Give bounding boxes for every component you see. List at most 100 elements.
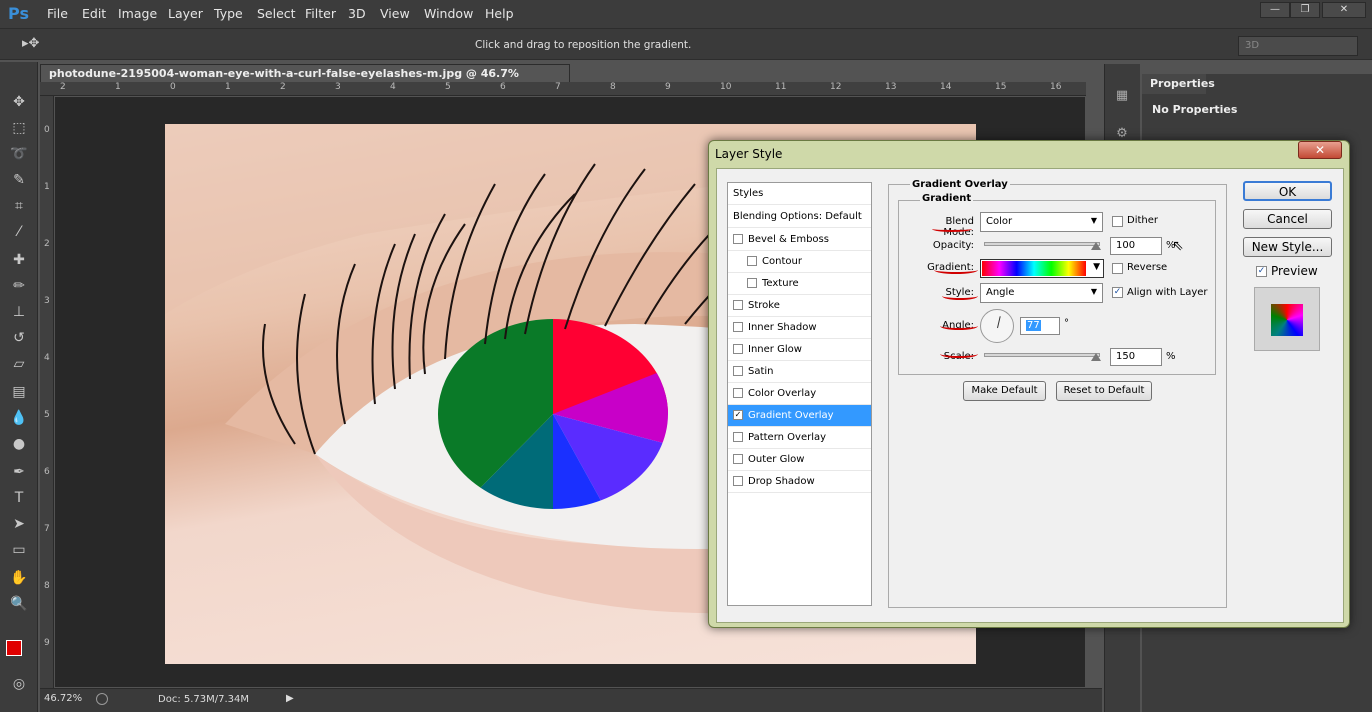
style-checkbox[interactable]	[733, 432, 743, 442]
new-style-button[interactable]: New Style...	[1243, 237, 1332, 257]
stamp-icon[interactable]: ⊥	[8, 302, 30, 322]
style-item-texture[interactable]: Texture	[728, 273, 871, 295]
gradient-preview	[982, 261, 1086, 276]
style-item-gradient-overlay[interactable]: ✓ Gradient Overlay	[728, 405, 871, 427]
3d-mode-label: 3D	[1245, 40, 1260, 51]
gradient-dropdown-arrow-icon[interactable]: ▼	[1093, 262, 1100, 272]
scale-slider-knob[interactable]	[1091, 353, 1101, 361]
eyedropper-icon[interactable]: ⁄	[8, 222, 30, 242]
status-info-icon[interactable]	[96, 693, 108, 705]
menu-file[interactable]: File	[47, 6, 68, 21]
style-select[interactable]: Angle ▼	[980, 283, 1103, 303]
document-tab[interactable]: photodune-2195004-woman-eye-with-a-curl-…	[40, 64, 570, 93]
cancel-button[interactable]: Cancel	[1243, 209, 1332, 229]
style-checkbox[interactable]	[733, 454, 743, 464]
foreground-color-swatch[interactable]	[6, 640, 22, 656]
angle-input[interactable]: 77	[1020, 317, 1060, 335]
preview-checkbox[interactable]: ✓	[1256, 266, 1267, 277]
dodge-icon[interactable]: ●	[8, 434, 30, 454]
menu-help[interactable]: Help	[485, 6, 514, 21]
dither-label: Dither	[1127, 215, 1159, 226]
style-checkbox[interactable]	[733, 300, 743, 310]
style-item-outer-glow[interactable]: Outer Glow	[728, 449, 871, 471]
menu-type[interactable]: Type	[214, 6, 243, 21]
blend-mode-select[interactable]: Color ▼	[980, 212, 1103, 232]
style-item-bevel-emboss[interactable]: Bevel & Emboss	[728, 229, 871, 251]
menu-image[interactable]: Image	[118, 6, 157, 21]
opacity-input[interactable]: 100	[1110, 237, 1162, 255]
history-brush-icon[interactable]: ↺	[8, 328, 30, 348]
move-tool-icon[interactable]: ▸✥	[22, 36, 39, 51]
style-checkbox[interactable]	[733, 476, 743, 486]
style-label: Satin	[748, 366, 774, 377]
style-item-color-overlay[interactable]: Color Overlay	[728, 383, 871, 405]
dither-checkbox[interactable]	[1112, 216, 1123, 227]
status-menu-arrow-icon[interactable]: ▶	[286, 693, 294, 704]
zoom-icon[interactable]: 🔍	[8, 594, 30, 614]
style-item-inner-shadow[interactable]: Inner Shadow	[728, 317, 871, 339]
dropdown-arrow-icon: ▼	[1090, 216, 1097, 225]
opacity-slider[interactable]	[984, 242, 1100, 246]
style-checkbox[interactable]	[733, 322, 743, 332]
style-item-contour[interactable]: Contour	[728, 251, 871, 273]
preview-label: Preview	[1271, 264, 1318, 278]
style-label: Pattern Overlay	[748, 432, 827, 443]
zoom-level[interactable]: 46.72%	[44, 693, 82, 704]
style-checkbox[interactable]	[733, 234, 743, 244]
crop-icon[interactable]: ⌗	[8, 196, 30, 216]
type-icon[interactable]: T	[8, 488, 30, 508]
properties-tab[interactable]: Properties	[1142, 74, 1215, 94]
lasso-icon[interactable]: ➰	[8, 144, 30, 164]
reset-to-default-button[interactable]: Reset to Default	[1056, 381, 1152, 401]
style-checkbox[interactable]	[747, 256, 757, 266]
path-select-icon[interactable]: ➤	[8, 514, 30, 534]
menu-3d[interactable]: 3D	[348, 6, 366, 21]
menu-filter[interactable]: Filter	[305, 6, 336, 21]
menu-layer[interactable]: Layer	[168, 6, 203, 21]
scale-slider[interactable]	[984, 353, 1100, 357]
ok-button[interactable]: OK	[1243, 181, 1332, 201]
shape-icon[interactable]: ▭	[8, 540, 30, 560]
style-checkbox[interactable]	[747, 278, 757, 288]
eraser-icon[interactable]: ▱	[8, 354, 30, 374]
menu-select[interactable]: Select	[257, 6, 296, 21]
blur-icon[interactable]: 💧	[8, 408, 30, 428]
scale-input[interactable]: 150	[1110, 348, 1162, 366]
dialog-close-button[interactable]: ✕	[1298, 141, 1342, 159]
marquee-icon[interactable]: ⬚	[8, 118, 30, 138]
make-default-button[interactable]: Make Default	[963, 381, 1046, 401]
style-item-pattern-overlay[interactable]: Pattern Overlay	[728, 427, 871, 449]
reverse-checkbox[interactable]	[1112, 263, 1123, 274]
hand-icon[interactable]: ✋	[8, 568, 30, 588]
style-item-stroke[interactable]: Stroke	[728, 295, 871, 317]
quick-select-icon[interactable]: ✎	[8, 170, 30, 190]
menu-edit[interactable]: Edit	[82, 6, 106, 21]
healing-icon[interactable]: ✚	[8, 250, 30, 270]
menu-view[interactable]: View	[380, 6, 410, 21]
pen-icon[interactable]: ✒	[8, 462, 30, 482]
3d-mode-select[interactable]: 3D	[1238, 36, 1358, 56]
gradient-icon[interactable]: ▤	[8, 382, 30, 402]
style-item-drop-shadow[interactable]: Drop Shadow	[728, 471, 871, 493]
style-item-satin[interactable]: Satin	[728, 361, 871, 383]
quick-mask-icon[interactable]: ◎	[8, 674, 30, 694]
angle-dial[interactable]	[980, 309, 1014, 343]
style-checkbox[interactable]: ✓	[733, 410, 743, 420]
menu-window[interactable]: Window	[424, 6, 473, 21]
blending-options-item[interactable]: Blending Options: Default	[728, 206, 871, 228]
gradient-picker[interactable]: ▼	[980, 259, 1104, 278]
style-checkbox[interactable]	[733, 366, 743, 376]
style-checkbox[interactable]	[733, 344, 743, 354]
align-with-layer-checkbox[interactable]: ✓	[1112, 287, 1123, 298]
style-checkbox[interactable]	[733, 388, 743, 398]
brush-icon[interactable]: ✏	[8, 276, 30, 296]
close-app-button[interactable]: ✕	[1322, 2, 1366, 18]
restore-button[interactable]: ❐	[1290, 2, 1320, 18]
opacity-slider-knob[interactable]	[1091, 242, 1101, 250]
move-icon[interactable]: ✥	[8, 92, 30, 112]
style-item-inner-glow[interactable]: Inner Glow	[728, 339, 871, 361]
minimize-button[interactable]: —	[1260, 2, 1290, 18]
history-panel-icon[interactable]: ▦	[1112, 88, 1132, 106]
gradient-overlay-title: Gradient Overlay	[910, 179, 1010, 190]
styles-header[interactable]: Styles	[728, 183, 871, 205]
